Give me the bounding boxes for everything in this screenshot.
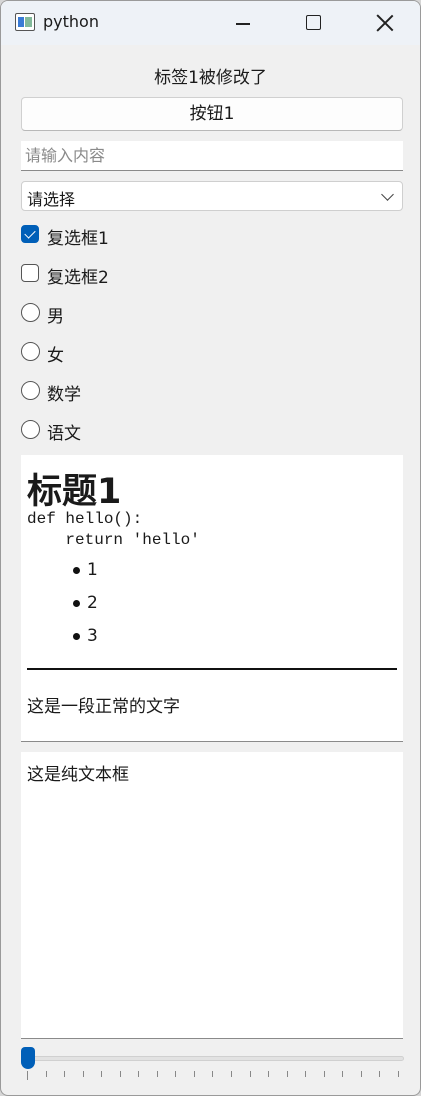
plain-text-edit[interactable]: 这是纯文本框 [21,752,403,1039]
close-icon [375,13,395,33]
label-1: 标签1被修改了 [154,68,267,88]
python-app-icon [15,13,35,31]
rich-text-code-block: def hello(): return 'hello' [27,509,200,551]
combo-box[interactable]: 请选择 [21,181,403,211]
chevron-down-icon [381,188,394,201]
rich-text-bullet-list: 1 2 3 [71,559,98,658]
minimize-button[interactable] [219,1,265,45]
code-line: def hello(): [27,510,143,528]
list-item: 3 [71,625,98,658]
checkbox-checked-icon [21,225,39,243]
slider-ticks [27,1071,399,1080]
radio-icon [21,342,40,361]
radio-math-label: 数学 [47,385,81,405]
radio-icon [21,303,40,322]
horizontal-rule [27,668,397,670]
slider-handle[interactable] [21,1047,35,1069]
slider-track[interactable] [21,1056,404,1061]
checkbox-2-label: 复选框2 [47,268,109,288]
plain-text-content: 这是纯文本框 [27,765,129,785]
maximize-button[interactable] [291,1,337,45]
radio-icon [21,381,40,400]
text-input[interactable] [21,141,403,171]
combo-selected-value: 请选择 [27,190,76,209]
horizontal-slider[interactable] [21,1045,404,1081]
list-item: 1 [71,559,98,592]
rich-text-edit[interactable]: 标题1 def hello(): return 'hello' 1 2 3 这是… [21,455,403,742]
list-item: 2 [71,592,98,625]
radio-female-label: 女 [47,346,64,366]
window-title: python [43,12,99,31]
checkbox-unchecked-icon [21,264,39,282]
rich-text-paragraph: 这是一段正常的文字 [27,697,180,717]
close-button[interactable] [361,1,407,45]
radio-male-label: 男 [47,307,64,327]
title-bar: python [1,1,420,45]
radio-chinese-label: 语文 [47,424,81,444]
checkbox-1-label: 复选框1 [47,229,109,249]
maximize-icon [306,15,321,30]
button-1[interactable]: 按钮1 [21,97,403,131]
app-window: python 标签1被修改了 按钮1 请选择 复选框1 复选框2 男 女 数学 … [0,0,421,1096]
rich-text-heading: 标题1 [27,472,122,512]
code-line: return 'hello' [27,531,200,549]
radio-icon [21,420,40,439]
